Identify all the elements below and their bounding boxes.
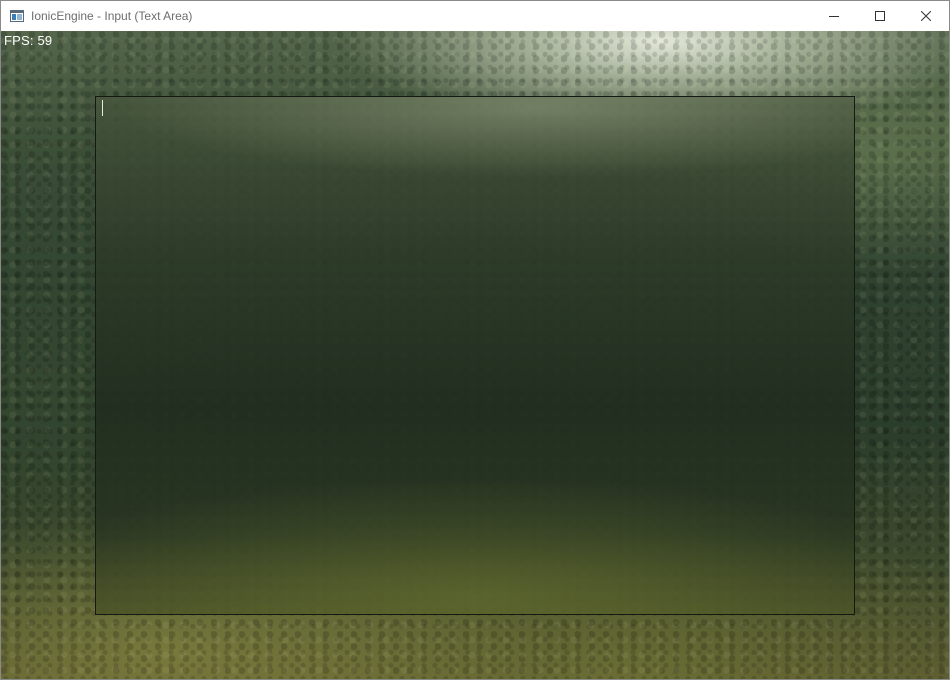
minimize-icon: [829, 11, 839, 21]
maximize-icon: [875, 11, 885, 21]
client-area: FPS: 59: [1, 31, 949, 679]
minimize-button[interactable]: [811, 1, 857, 31]
window-title: IonicEngine - Input (Text Area): [31, 9, 193, 23]
app-icon: [9, 8, 25, 24]
fps-counter: FPS: 59: [4, 33, 53, 48]
window-controls: [811, 1, 949, 31]
title-bar[interactable]: IonicEngine - Input (Text Area): [1, 1, 949, 31]
app-window: IonicEngine - Input (Text Area) FPS: 59: [0, 0, 950, 680]
close-icon: [921, 11, 931, 21]
close-button[interactable]: [903, 1, 949, 31]
text-caret: [102, 100, 103, 116]
text-area-input[interactable]: [95, 96, 855, 615]
maximize-button[interactable]: [857, 1, 903, 31]
